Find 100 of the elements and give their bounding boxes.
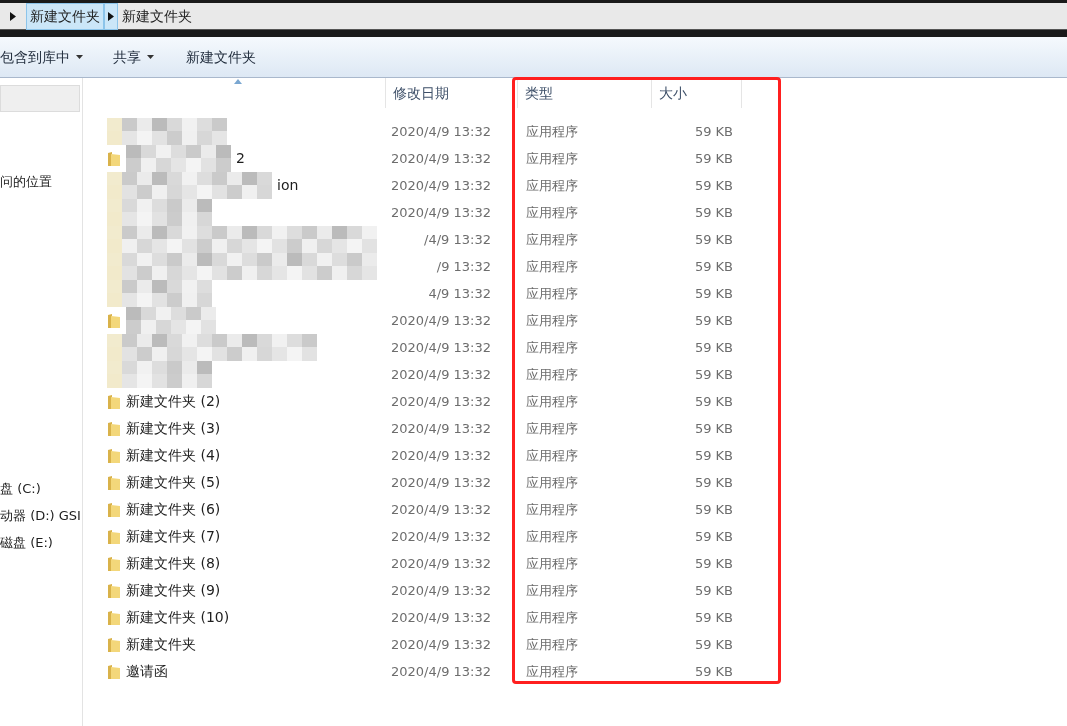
type-cell: 应用程序 [526, 447, 578, 463]
folder-icon [107, 636, 121, 653]
folder-icon [107, 447, 121, 464]
folder-icon [107, 555, 121, 572]
toolbar-button[interactable]: 新建文件夹 [186, 46, 256, 68]
file-name: 新建文件夹 (8) [126, 554, 221, 573]
caret-icon [108, 11, 114, 21]
date-cell-text: 2020/4/9 13:32 [391, 365, 491, 384]
type-cell: 应用程序 [526, 555, 578, 571]
folder-icon [107, 420, 121, 437]
date-cell-text: /9 13:32 [436, 257, 491, 276]
folder-icon [107, 528, 121, 545]
folder-icon [107, 582, 121, 599]
size-cell-text: 59 KB [694, 392, 733, 411]
type-cell: 应用程序 [526, 258, 578, 274]
size-cell-text: 59 KB [694, 365, 733, 384]
folder-icon [107, 609, 121, 626]
type-cell: 应用程序 [526, 582, 578, 598]
size-cell-text: 59 KB [694, 311, 733, 330]
size-cell-text: 59 KB [694, 446, 733, 465]
date-cell-text: 2020/4/9 13:32 [391, 122, 491, 141]
file-name: 新建文件夹 (3) [126, 419, 221, 438]
caret-icon [10, 11, 16, 21]
date-cell-text: 2020/4/9 13:32 [391, 419, 491, 438]
sidebar-item[interactable]: 问的位置 [0, 168, 82, 195]
date-cell-text: 2020/4/9 13:32 [391, 203, 491, 222]
file-name: 新建文件夹 (5) [126, 473, 221, 492]
date-cell-text: 2020/4/9 13:32 [391, 446, 491, 465]
size-cell-text: 59 KB [694, 581, 733, 600]
size-cell-text: 59 KB [694, 662, 733, 681]
type-cell: 应用程序 [526, 231, 578, 247]
type-cell: 应用程序 [526, 393, 578, 409]
sidebar-item[interactable]: 盘 (C:) [0, 475, 82, 502]
date-cell-text: 2020/4/9 13:32 [391, 311, 491, 330]
type-cell: 应用程序 [526, 609, 578, 625]
folder-icon [107, 501, 121, 518]
type-cell: 应用程序 [526, 663, 578, 679]
dropdown-caret-icon [76, 55, 83, 59]
size-cell-text: 59 KB [694, 149, 733, 168]
folder-icon [107, 393, 121, 410]
column-header[interactable]: 修改日期 [386, 78, 518, 108]
date-cell-text: 2020/4/9 13:32 [391, 176, 491, 195]
file-name: 邀请函 [126, 662, 168, 681]
date-cell-text: 2020/4/9 13:32 [391, 338, 491, 357]
date-cell-text: 2020/4/9 13:32 [391, 635, 491, 654]
date-cell-text: 2020/4/9 13:32 [391, 581, 491, 600]
type-cell: 应用程序 [526, 528, 578, 544]
type-cell: 应用程序 [526, 420, 578, 436]
folder-icon [107, 663, 121, 680]
breadcrumb-item[interactable]: 新建文件夹 [118, 2, 196, 30]
size-cell-text: 59 KB [694, 473, 733, 492]
file-name: 新建文件夹 (9) [126, 581, 221, 600]
size-cell-text: 59 KB [694, 500, 733, 519]
date-cell-text: 2020/4/9 13:32 [391, 473, 491, 492]
type-cell: 应用程序 [526, 177, 578, 193]
date-cell-text: 4/9 13:32 [428, 284, 491, 303]
type-cell: 应用程序 [526, 501, 578, 517]
date-cell-text: 2020/4/9 13:32 [391, 392, 491, 411]
type-cell: 应用程序 [526, 474, 578, 490]
date-cell-text: 2020/4/9 13:32 [391, 527, 491, 546]
sidebar-item[interactable]: 动器 (D:) GSI [0, 502, 82, 529]
folder-icon [107, 312, 121, 329]
toolbar-button[interactable]: 包含到库中 [0, 46, 83, 68]
file-name: ion [277, 176, 299, 195]
dropdown-caret-icon [147, 55, 154, 59]
date-cell-text: 2020/4/9 13:32 [391, 662, 491, 681]
file-name: 新建文件夹 [126, 635, 196, 654]
date-cell-text: 2020/4/9 13:32 [391, 149, 491, 168]
date-cell-text: /4/9 13:32 [424, 230, 491, 249]
size-cell-text: 59 KB [694, 635, 733, 654]
date-cell-text: 2020/4/9 13:32 [391, 554, 491, 573]
file-name: 新建文件夹 (6) [126, 500, 221, 519]
type-cell: 应用程序 [526, 285, 578, 301]
type-cell: 应用程序 [526, 204, 578, 220]
size-cell-text: 59 KB [694, 122, 733, 141]
type-cell: 应用程序 [526, 636, 578, 652]
size-cell-text: 59 KB [694, 230, 733, 249]
date-cell-text: 2020/4/9 13:32 [391, 608, 491, 627]
size-cell-text: 59 KB [694, 527, 733, 546]
sidebar-item[interactable]: 磁盘 (E:) [0, 529, 82, 556]
size-cell-text: 59 KB [694, 257, 733, 276]
type-cell: 应用程序 [526, 150, 578, 166]
toolbar-button[interactable]: 共享 [113, 46, 154, 68]
column-header[interactable]: 类型 [518, 78, 652, 108]
folder-icon [107, 150, 121, 167]
date-cell-text: 2020/4/9 13:32 [391, 500, 491, 519]
column-header[interactable]: 大小 [652, 78, 742, 108]
type-cell: 应用程序 [526, 123, 578, 139]
size-cell-text: 59 KB [694, 419, 733, 438]
file-name: 2 [236, 149, 245, 168]
file-name: 新建文件夹 (4) [126, 446, 221, 465]
folder-icon [107, 474, 121, 491]
type-cell: 应用程序 [526, 366, 578, 382]
type-cell: 应用程序 [526, 339, 578, 355]
size-cell-text: 59 KB [694, 176, 733, 195]
size-cell-text: 59 KB [694, 608, 733, 627]
type-cell: 应用程序 [526, 312, 578, 328]
file-name: 新建文件夹 (7) [126, 527, 221, 546]
breadcrumb-item[interactable]: 新建文件夹 [26, 2, 104, 30]
size-cell-text: 59 KB [694, 554, 733, 573]
